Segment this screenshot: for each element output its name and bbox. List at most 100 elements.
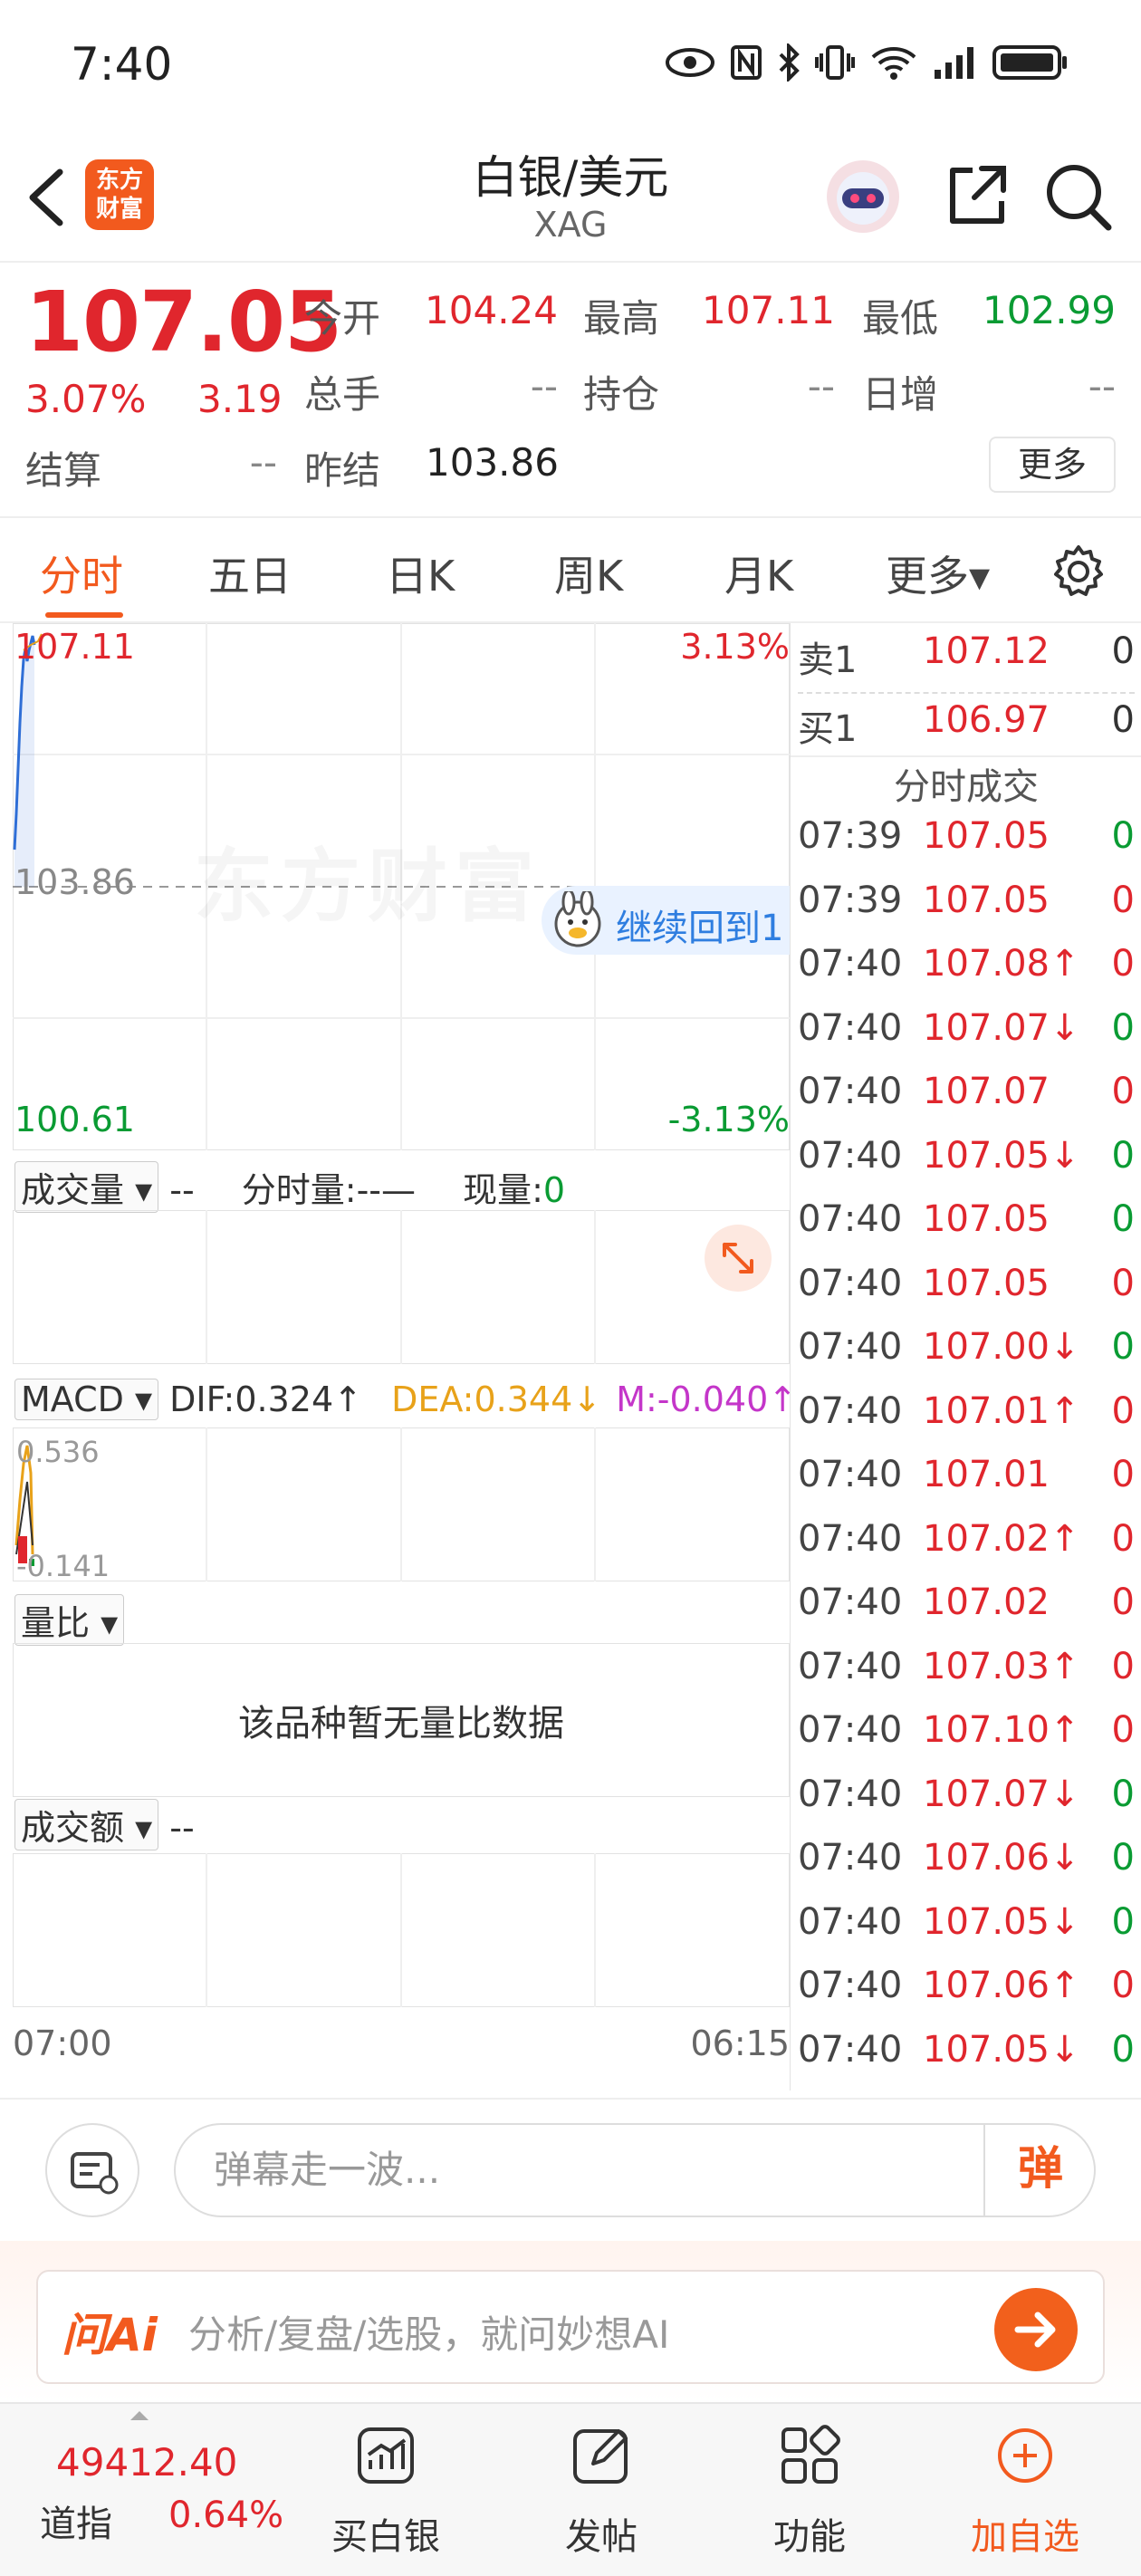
amount-header: 成交额 ▾ -- xyxy=(14,1799,195,1850)
trade-row: 07:40 107.05 0 xyxy=(791,1263,1141,1326)
index-name[interactable]: 道指 xyxy=(40,2494,112,2547)
current-volume-label: 现量: xyxy=(463,1170,543,1210)
battery-icon xyxy=(992,45,1067,80)
danmu-bar: 弹幕走一波... 弹 xyxy=(0,2098,1141,2241)
share-icon[interactable] xyxy=(940,159,1012,232)
status-icons xyxy=(665,43,1069,82)
trade-volume: 0 xyxy=(1111,2028,1135,2071)
sell1-price: 107.12 xyxy=(923,630,1050,672)
search-icon[interactable] xyxy=(1041,159,1117,235)
trade-volume: 0 xyxy=(1111,1198,1135,1240)
daily-add-value: -- xyxy=(1088,364,1116,409)
low-label: 最低 xyxy=(862,296,939,341)
ai-bar: 问Ai 分析/复盘/选股，就问妙想AI xyxy=(0,2241,1141,2402)
trade-volume: 0 xyxy=(1111,815,1135,857)
signal-icon xyxy=(935,47,973,79)
nav-functions[interactable]: 功能 xyxy=(728,2424,891,2560)
trade-row: 07:40 107.00↓ 0 xyxy=(791,1326,1141,1389)
trade-row: 07:40 107.03↑ 0 xyxy=(791,1646,1141,1709)
ai-input[interactable]: 分析/复盘/选股，就问妙想AI xyxy=(188,2304,669,2360)
orderbook-divider xyxy=(798,692,1135,694)
trade-volume: 0 xyxy=(1111,1709,1135,1751)
tab-weekly-k[interactable]: 周K xyxy=(554,543,623,603)
danmu-settings-button[interactable] xyxy=(45,2123,139,2217)
page: 7:40 东方 财富 白银/美元 XAG 107.05 3.07% 3.19 今… xyxy=(0,0,1141,2576)
tab-monthly-k[interactable]: 月K xyxy=(724,543,793,603)
buy1-label: 买1 xyxy=(798,708,858,750)
tab-intraday[interactable]: 分时 xyxy=(40,543,123,603)
macd-selector[interactable]: MACD ▾ xyxy=(14,1379,159,1420)
volume-selector[interactable]: 成交量 ▾ xyxy=(14,1161,159,1213)
index-value[interactable]: 49412.40 xyxy=(56,2440,237,2485)
trade-row: 07:40 107.01 0 xyxy=(791,1454,1141,1517)
amount-selector[interactable]: 成交额 ▾ xyxy=(14,1799,159,1850)
change-amount: 3.19 xyxy=(197,377,283,421)
trade-volume: 0 xyxy=(1111,1581,1135,1623)
trade-time: 07:40 xyxy=(798,1581,903,1623)
trade-row: 07:40 107.08↑ 0 xyxy=(791,943,1141,1006)
chart-area: 东方财富 107.11 3.13% 103.86 100.61 -3.13% 继… xyxy=(13,623,797,2063)
trade-price: 107.05↓ xyxy=(923,1900,1080,1943)
eye-icon xyxy=(666,48,714,77)
nav-add-watchlist[interactable]: 加自选 xyxy=(944,2424,1107,2560)
sell1-label: 卖1 xyxy=(798,639,858,681)
buy1-price: 106.97 xyxy=(923,699,1050,741)
trade-row: 07:40 107.07 0 xyxy=(791,1071,1141,1134)
trade-time: 07:40 xyxy=(798,1198,903,1240)
tooltip-bubble[interactable]: 继续回到1 xyxy=(542,886,790,955)
trade-row: 07:40 107.05↓ 0 xyxy=(791,2029,1141,2092)
ratio-empty-text: 该品种暂无量比数据 xyxy=(238,1703,564,1745)
trade-time: 07:40 xyxy=(798,1837,903,1879)
trade-price: 107.05 xyxy=(923,1198,1050,1240)
volume-label: 总手 xyxy=(304,372,381,417)
settle-label: 结算 xyxy=(25,448,102,493)
danmu-input[interactable]: 弹幕走一波... xyxy=(174,2123,1096,2217)
index-toggle-icon[interactable] xyxy=(130,2411,149,2420)
position-label: 持仓 xyxy=(583,372,660,417)
tab-more[interactable]: 更多▾ xyxy=(886,543,990,603)
watermark: 东方财富 xyxy=(194,822,542,937)
assistant-robot-icon[interactable] xyxy=(824,158,902,235)
ai-send-button[interactable] xyxy=(994,2288,1078,2371)
trade-time: 07:40 xyxy=(798,1773,903,1815)
nav-buy-silver[interactable]: 买白银 xyxy=(304,2424,467,2560)
trade-volume: 0 xyxy=(1111,1517,1135,1560)
trade-price: 107.05 xyxy=(923,879,1050,921)
danmu-send-button[interactable]: 弹 xyxy=(983,2123,1096,2217)
low-value: 102.99 xyxy=(983,288,1116,332)
nav-functions-label: 功能 xyxy=(773,2516,846,2558)
open-label: 今开 xyxy=(304,296,381,341)
grid-icon xyxy=(781,2425,840,2484)
vibrate-icon xyxy=(815,45,855,80)
trade-price: 107.02 xyxy=(923,1581,1050,1623)
trade-row: 07:40 107.02↑ 0 xyxy=(791,1518,1141,1581)
macd-header: MACD ▾ DIF:0.324↑ DEA:0.344↓ M:-0.040↑ xyxy=(14,1379,797,1420)
ratio-header: 量比 ▾ xyxy=(14,1594,125,1646)
volume-dash: -- xyxy=(169,1170,195,1210)
tab-five-day[interactable]: 五日 xyxy=(208,543,292,603)
trade-time: 07:39 xyxy=(798,815,903,857)
volume-header: 成交量 ▾ -- 分时量:--— 现量:0 xyxy=(14,1161,565,1213)
trade-row: 07:40 107.06↓ 0 xyxy=(791,1837,1141,1900)
nav-post[interactable]: 发帖 xyxy=(520,2424,683,2560)
gear-icon[interactable] xyxy=(1050,543,1107,600)
macd-grid xyxy=(14,1427,596,1581)
trade-price: 107.01↑ xyxy=(923,1389,1080,1432)
buy1-row: 买1 106.97 0 xyxy=(791,699,1141,763)
index-percent[interactable]: 0.64% xyxy=(168,2494,283,2536)
expand-icon[interactable] xyxy=(703,1223,773,1293)
x-axis-end: 06:15 xyxy=(690,2023,790,2063)
macd-m: M:-0.040↑ xyxy=(616,1379,798,1419)
tab-daily-k[interactable]: 日K xyxy=(386,543,455,603)
ai-input-box[interactable]: 问Ai 分析/复盘/选股，就问妙想AI xyxy=(36,2270,1105,2384)
trade-volume: 0 xyxy=(1111,1837,1135,1879)
ratio-selector[interactable]: 量比 ▾ xyxy=(14,1594,125,1646)
wifi-icon xyxy=(871,47,916,80)
trade-time: 07:40 xyxy=(798,943,903,985)
current-price: 107.05 xyxy=(25,274,342,370)
nav-add-watchlist-label: 加自选 xyxy=(971,2516,1079,2558)
more-button[interactable]: 更多 xyxy=(989,437,1116,493)
trade-volume: 0 xyxy=(1111,1454,1135,1495)
trade-row: 07:40 107.06↑ 0 xyxy=(791,1965,1141,2028)
trade-volume: 0 xyxy=(1111,879,1135,921)
